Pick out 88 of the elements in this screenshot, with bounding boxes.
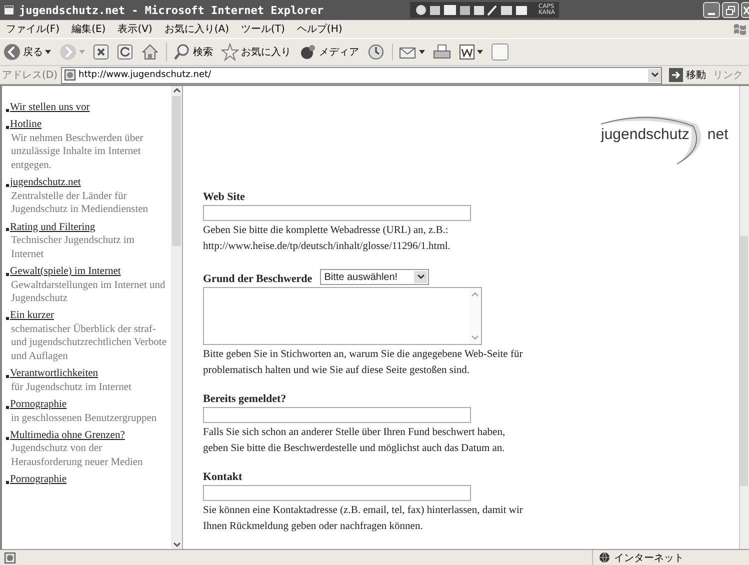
scroll-up-icon[interactable] [172, 86, 182, 94]
input-field[interactable] [203, 485, 471, 501]
nav-description: Technischer Jugendschutz im Internet [10, 234, 136, 262]
star-icon [221, 43, 239, 61]
edit-button[interactable] [458, 44, 484, 60]
bullet-icon [6, 228, 9, 232]
input-field[interactable] [203, 205, 471, 221]
field-label: Kontakt [203, 471, 242, 483]
menu-item[interactable]: ファイル(F) [6, 22, 60, 36]
caret-icon [477, 50, 483, 54]
note-button[interactable] [490, 43, 510, 61]
history-button[interactable] [366, 43, 386, 61]
nav-link[interactable]: Pornographie [10, 473, 67, 487]
nav-link[interactable]: jugendschutz.net [10, 176, 81, 190]
address-label: アドレス(D) [2, 69, 58, 82]
restore-button[interactable] [722, 2, 739, 18]
search-button[interactable]: 検索 [166, 43, 214, 61]
bullet-icon [6, 436, 9, 440]
nav-description: in geschlossenen Benutzergruppen [10, 412, 158, 426]
favorites-button[interactable]: お気に入り [220, 43, 292, 61]
bullet-icon [6, 317, 9, 320]
restore-icon [726, 6, 735, 14]
nav-link[interactable]: Hotline [10, 118, 42, 132]
dropdown-icon [650, 72, 658, 78]
bullet-icon [6, 184, 9, 187]
help-text: Bitte geben Sie in Stichworten an, warum Sie die angegebene Web-Seite für problematisch halten und wie Sie auf diese Seite gestoßen sind. [203, 348, 523, 378]
nav-description: Zentralstelle der Länder für Jugendschutz in Mediendiensten [10, 190, 150, 217]
window-title: jugendschutz.net - Microsoft Internet Explorer [19, 4, 324, 16]
input-field[interactable] [203, 407, 471, 423]
bullet-icon [6, 108, 9, 112]
address-field[interactable]: http://www.jugendschutz.net/ [60, 66, 662, 84]
stop-button[interactable] [92, 44, 110, 60]
media-icon [299, 43, 317, 61]
field-label: Bereits gemeldet? [203, 393, 286, 405]
dropdown-icon [416, 274, 425, 280]
caret-icon [79, 50, 85, 54]
zone-label: インターネット [614, 552, 684, 564]
field-label: Grund der Beschwerde [203, 273, 312, 285]
page-icon [3, 4, 15, 16]
bullet-icon [6, 406, 9, 409]
print-button[interactable] [432, 44, 452, 60]
arrow-icon [669, 68, 683, 82]
close-icon [742, 6, 748, 14]
nav-link[interactable]: Gewalt(spiele) im Internet [10, 264, 121, 278]
scrollbar[interactable] [171, 86, 182, 549]
menu-item[interactable]: ヘルプ(H) [296, 22, 342, 36]
nav-description: Gewaltdarstellungen im Internet und Jugendschutz [10, 278, 166, 306]
help-text: Sie können eine Kontaktadresse (z.B. email, tel, fax) hinterlassen, damit wir Ihnen Rückmeldung geben oder nachfragen können. [203, 504, 523, 534]
page-icon [64, 69, 76, 81]
nav-description: Jugendschutz von der Herausforderung neuer Medien [10, 442, 144, 470]
menu-item[interactable]: 表示(V) [118, 22, 152, 36]
refresh-button[interactable] [116, 44, 134, 60]
nav-link[interactable]: Rating und Filtering [10, 220, 96, 234]
close-button[interactable] [741, 2, 749, 18]
scroll-down-icon[interactable] [172, 541, 182, 549]
go-button[interactable]: 移動 [665, 68, 710, 82]
scrollbar[interactable] [739, 86, 749, 549]
menu-item[interactable]: 編集(E) [72, 22, 106, 36]
reason-dropdown[interactable]: Bitte auswählen! [320, 269, 430, 285]
nav-description: für Jugendschutz im Internet [10, 380, 132, 394]
nav-link[interactable]: Pornographie [10, 398, 67, 412]
nav-link[interactable]: Wir stellen uns vor [10, 101, 90, 115]
back-button[interactable]: 戻る [2, 43, 52, 61]
caret-icon [45, 50, 51, 54]
mail-button[interactable] [392, 44, 426, 60]
nav-link[interactable]: Ein kurzer [10, 309, 54, 323]
nav-link[interactable]: Multimedia ohne Grenzen? [10, 428, 125, 442]
help-text: Falls Sie sich schon an anderer Stelle über Ihren Fund beschwert haben, geben Sie bitte die Beschwerdestelle und möglichst auch das Datum an. [203, 426, 506, 456]
bullet-icon [6, 480, 9, 484]
bullet-icon [6, 375, 9, 378]
menu-item[interactable]: ツール(T) [241, 22, 285, 36]
menu-item[interactable]: お気に入り(A) [164, 22, 229, 36]
bullet-icon [6, 272, 9, 276]
minimize-icon [708, 12, 715, 14]
windows-logo-icon [733, 22, 747, 36]
search-icon [173, 43, 191, 61]
globe-icon [599, 552, 610, 563]
minimize-button[interactable] [703, 2, 720, 18]
nav-description: schematischer Überblick der straf- und jugendschutzrechtlichen Verbote und Auflagen [10, 322, 168, 364]
help-text: Geben Sie bitte die komplette Webadresse (URL) an, z.B.: http://www.heise.de/tp/deutsch/inhalt/glosse/11296/1.html. [203, 224, 452, 254]
nav-link[interactable]: Verantwortlichkeiten [10, 367, 98, 381]
nav-description: Wir nehmen Beschwerden über unzulässige Inhalte im Internet entgegen. [10, 132, 144, 173]
caret-icon [419, 50, 425, 54]
home-button[interactable] [140, 43, 160, 61]
bullet-icon [6, 126, 9, 129]
media-button[interactable]: メディア [298, 43, 360, 61]
page-icon [4, 552, 16, 564]
field-label: Web Site [203, 191, 245, 203]
